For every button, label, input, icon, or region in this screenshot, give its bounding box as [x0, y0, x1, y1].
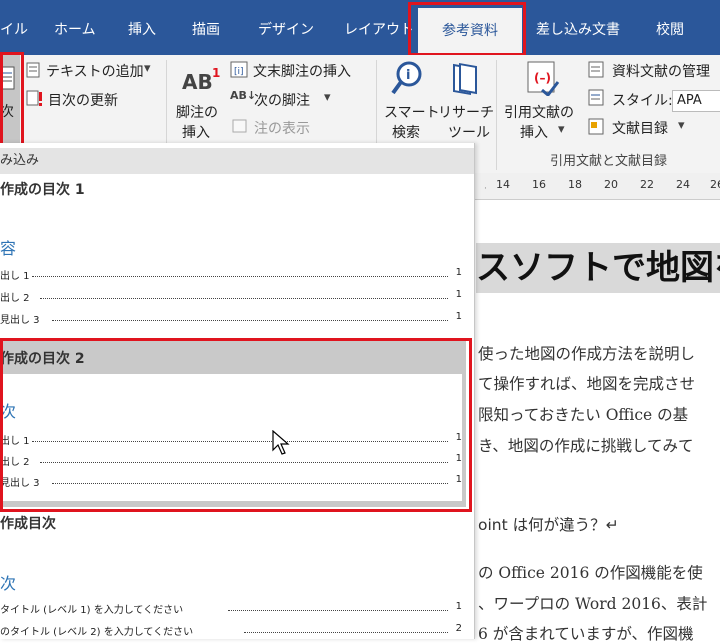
ruler-tick-label: 14 — [496, 178, 510, 191]
document-line: 6 が含まれていますが、作図機 — [478, 625, 694, 643]
insert-footnote-button[interactable]: AB 1 脚注の 挿入 — [174, 62, 224, 142]
insert-footnote-label-1: 脚注の — [176, 105, 218, 121]
toc-gallery-dropdown: み込み 作成の目次 1 容 出し 11 出し 21 見出し 31 作成の目次 2… — [0, 143, 475, 639]
endnote-icon: [i] — [230, 61, 248, 78]
add-text-icon — [26, 62, 40, 78]
gallery-section-header: み込み — [0, 148, 474, 174]
document-heading: スソフトで地図を — [476, 243, 720, 293]
footnote-icon: AB — [182, 70, 213, 94]
toc-option-subtitle: 次 — [0, 402, 17, 421]
style-icon — [588, 89, 604, 106]
ruler-dot: · — [484, 184, 487, 194]
tab-layout[interactable]: レイアウト — [344, 16, 414, 44]
tab-file[interactable]: イル — [0, 16, 28, 44]
tab-design[interactable]: デザイン — [258, 16, 314, 44]
manage-sources-icon — [588, 61, 604, 78]
update-toc-icon — [26, 90, 42, 106]
document-line: き、地図の作成に挑戦してみて — [478, 437, 694, 455]
tab-home[interactable]: ホーム — [54, 16, 96, 44]
toc-entry: 出し 21 — [0, 453, 462, 468]
ruler-tick-label: 16 — [532, 178, 546, 191]
ruler-tick-label: 18 — [568, 178, 582, 191]
svg-text:[i]: [i] — [234, 67, 244, 77]
footnote-superscript: 1 — [212, 66, 221, 80]
ruler-tick-label: 26 — [710, 178, 720, 191]
horizontal-ruler[interactable]: · 14 16 18 20 22 24 26 — [474, 173, 720, 200]
citation-icon: (–) — [527, 61, 560, 96]
show-notes-icon — [232, 119, 247, 133]
insert-footnote-label-2: 挿入 — [182, 125, 210, 141]
smart-lookup-button[interactable]: i スマート 検索 — [380, 58, 440, 144]
toc-entry: 出し 21 — [0, 289, 462, 304]
tab-review[interactable]: 校閲 — [656, 16, 684, 44]
group-label-citations: 引用文献と文献目録 — [550, 154, 668, 169]
mouse-cursor-icon — [272, 430, 290, 455]
tab-draw[interactable]: 描画 — [192, 16, 220, 44]
svg-text:(–): (–) — [534, 71, 551, 85]
document-line: 使った地図の作成方法を説明し — [478, 345, 696, 363]
ruler-tick-label: 24 — [676, 178, 690, 191]
document-subheading: oint は何が違う？↵ — [478, 516, 619, 534]
toc-option-title: 作成目次 — [0, 516, 56, 532]
insert-endnote-button[interactable]: 文末脚注の挿入 — [253, 61, 351, 81]
update-toc-button[interactable]: 目次の更新 — [48, 90, 118, 110]
search-icon: i — [391, 61, 422, 95]
ruler-tick-label: 22 — [640, 178, 654, 191]
show-notes-button[interactable]: 注の表示 — [254, 118, 310, 138]
toc-option-subtitle: 容 — [0, 239, 17, 258]
researcher-button[interactable]: リサーチ ツール — [436, 58, 494, 144]
bibliography-button[interactable]: 文献目録 — [612, 118, 668, 138]
document-line: て操作すれば、地図を完成させ — [478, 375, 696, 393]
toc-button[interactable]: 次 — [0, 55, 20, 145]
toc-entry: 見出し 31 — [0, 474, 462, 489]
toc-entry: 出し 11 — [0, 432, 462, 447]
add-text-button[interactable]: テキストの追加 — [46, 61, 144, 81]
toc-button-label: 次 — [0, 104, 14, 120]
chevron-down-icon[interactable]: ▾ — [678, 118, 685, 133]
researcher-label-1: リサーチ — [438, 105, 494, 121]
insert-citation-label-2: 挿入 — [520, 125, 548, 141]
toc-entry: 見出し 31 — [0, 311, 462, 326]
toc-entry: 出し 11 — [0, 267, 462, 282]
ruler-tick-label: 20 — [604, 178, 618, 191]
insert-citation-label-1: 引用文献の — [504, 105, 574, 121]
group-separator — [496, 60, 497, 170]
style-label: スタイル: — [612, 93, 673, 109]
next-footnote-button[interactable]: 次の脚注 — [254, 90, 310, 110]
chevron-down-icon[interactable]: ▾ — [144, 61, 151, 76]
smart-lookup-label-2: 検索 — [392, 125, 420, 141]
next-footnote-icon: AB↓ — [230, 89, 257, 102]
chevron-down-icon: ▾ — [558, 122, 565, 137]
chevron-down-icon[interactable]: ▾ — [324, 90, 331, 105]
style-select[interactable]: APA — [672, 90, 720, 112]
document-line: の Office 2016 の作図機能を使 — [478, 564, 703, 582]
toc-entry: のタイトル (レベル 2) を入力してください 2 — [0, 623, 462, 638]
tab-references[interactable]: 参考資料 — [418, 8, 522, 54]
document-line: 限知っておきたい Office の基 — [478, 406, 689, 424]
bibliography-icon — [588, 118, 604, 135]
toc-option-subtitle: 次 — [0, 574, 17, 593]
toc-option-auto-2[interactable]: 作成の目次 2 次 出し 11 出し 21 見出し 31 — [0, 340, 466, 507]
tab-insert[interactable]: 挿入 — [128, 16, 156, 44]
tab-mailings[interactable]: 差し込み文書 — [536, 16, 620, 44]
manage-sources-button[interactable]: 資料文献の管理 — [612, 61, 710, 81]
svg-text:i: i — [406, 68, 410, 83]
toc-option-preview: 次 出し 11 出し 21 見出し 31 — [0, 374, 462, 501]
toc-entry: タイトル (レベル 1) を入力してください 1 — [0, 601, 462, 616]
smart-lookup-label-1: スマート — [384, 105, 440, 121]
document-line: 、ワープロの Word 2016、表計 — [478, 595, 708, 613]
researcher-label-2: ツール — [448, 125, 490, 141]
insert-citation-button[interactable]: (–) 引用文献の 挿入 ▾ — [500, 58, 584, 144]
book-icon — [453, 62, 477, 96]
document-icon — [0, 66, 15, 90]
toc-option-title: 作成の目次 2 — [0, 351, 85, 367]
toc-option-title: 作成の目次 1 — [0, 182, 85, 198]
